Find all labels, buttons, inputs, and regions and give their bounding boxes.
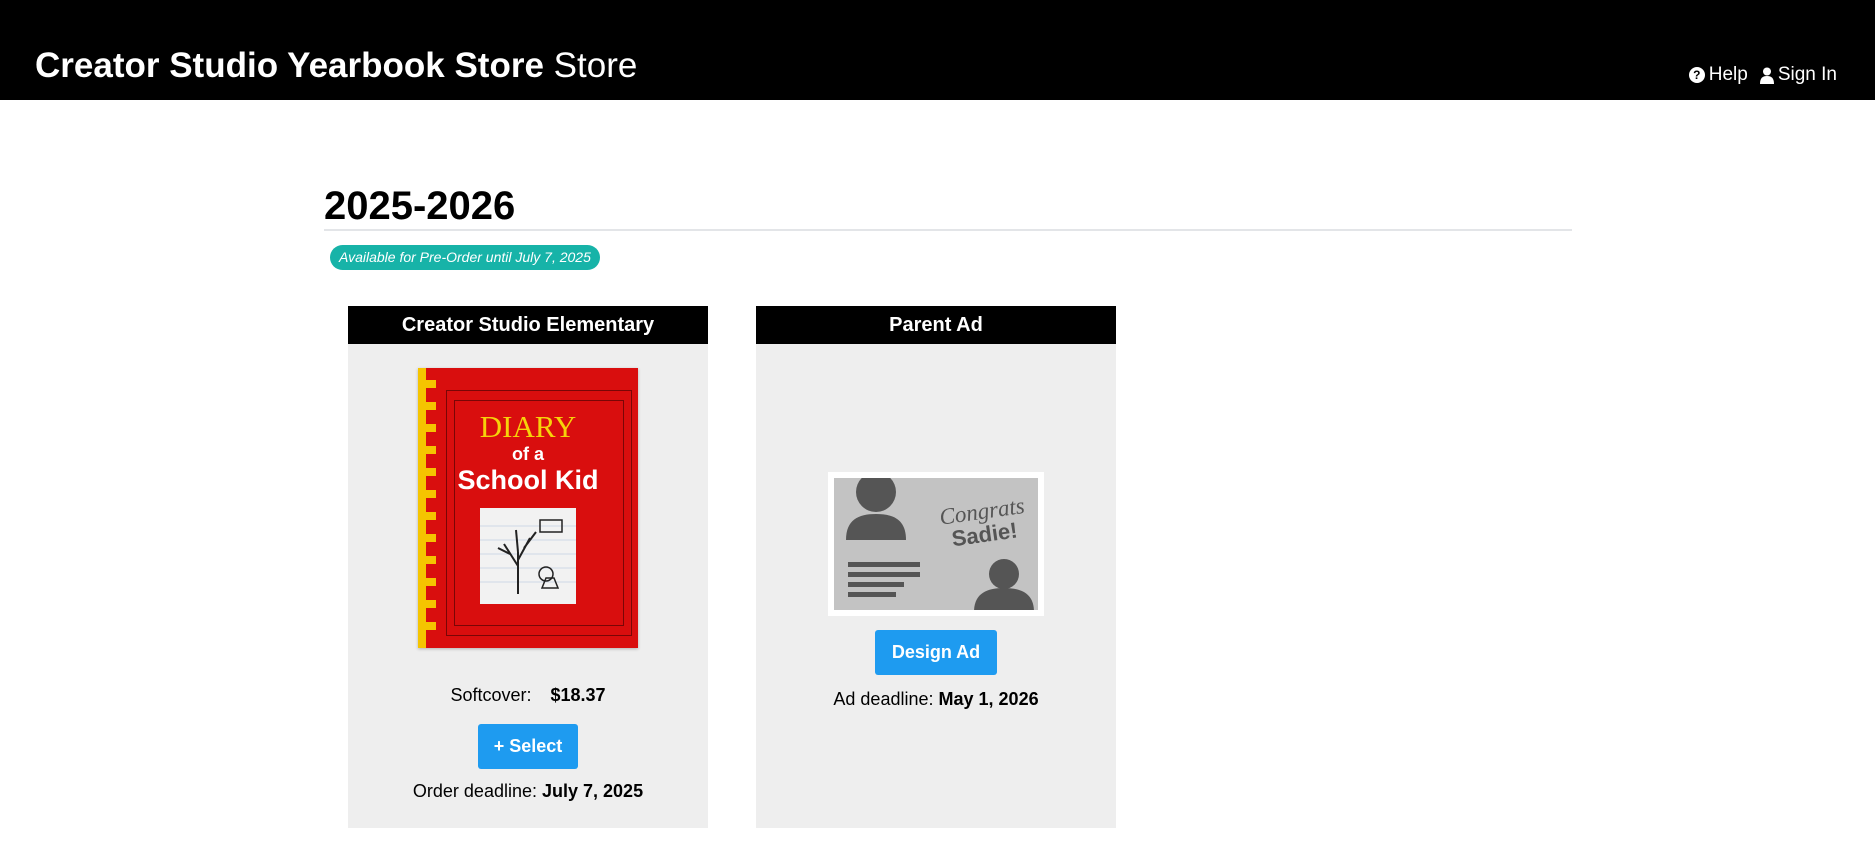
price-label: Softcover: — [450, 685, 532, 705]
parent-ad-illustration: Congrats Sadie! — [846, 478, 1034, 610]
cover-title-school-kid: School Kid — [457, 465, 599, 495]
title-divider — [324, 229, 1572, 231]
cover-title-of-a: of a — [511, 444, 544, 464]
cover-title-diary: DIARY — [479, 409, 577, 444]
order-deadline: Order deadline: July 7, 2025 — [348, 778, 708, 804]
help-link[interactable]: ? Help — [1688, 62, 1748, 88]
price-value: $18.37 — [550, 685, 606, 705]
top-bar: Creator Studio Yearbook Store Store ? He… — [0, 0, 1875, 100]
product-title: Creator Studio Elementary — [348, 306, 708, 344]
deadline-value: July 7, 2025 — [542, 781, 644, 801]
brand-name: Creator Studio Yearbook Store — [35, 46, 544, 85]
top-nav: ? Help Sign In — [1688, 62, 1837, 88]
price-line: Softcover: $18.37 — [348, 682, 708, 708]
deadline-label: Ad deadline: — [833, 689, 934, 709]
deadline-label: Order deadline: — [412, 781, 537, 801]
brand-suffix: Store — [553, 46, 638, 85]
user-icon — [1759, 67, 1774, 84]
design-ad-button[interactable]: Design Ad — [875, 630, 997, 675]
product-title: Parent Ad — [756, 306, 1116, 344]
sign-in-label: Sign In — [1777, 64, 1837, 85]
parent-ad-thumbnail[interactable]: Congrats Sadie! — [828, 472, 1044, 616]
preorder-badge: Available for Pre-Order until July 7, 20… — [330, 245, 600, 270]
cover-tree-sketch — [480, 508, 576, 604]
deadline-value: May 1, 2026 — [938, 689, 1039, 709]
product-card-yearbook: Creator Studio Elementary DIARY of a Sch… — [348, 306, 708, 828]
store-brand[interactable]: Creator Studio Yearbook Store Store — [35, 44, 637, 88]
ad-deadline: Ad deadline: May 1, 2026 — [756, 686, 1116, 712]
product-card-parent-ad: Parent Ad Congrats Sadie! Design Ad Ad d… — [756, 306, 1116, 828]
help-label: Help — [1708, 64, 1748, 85]
yearbook-cover-image[interactable]: DIARY of a School Kid — [418, 368, 638, 648]
year-title: 2025-2026 — [324, 184, 516, 228]
sign-in-link[interactable]: Sign In — [1759, 62, 1837, 88]
select-button[interactable]: + Select — [478, 724, 578, 769]
question-circle-icon: ? — [1688, 67, 1705, 83]
